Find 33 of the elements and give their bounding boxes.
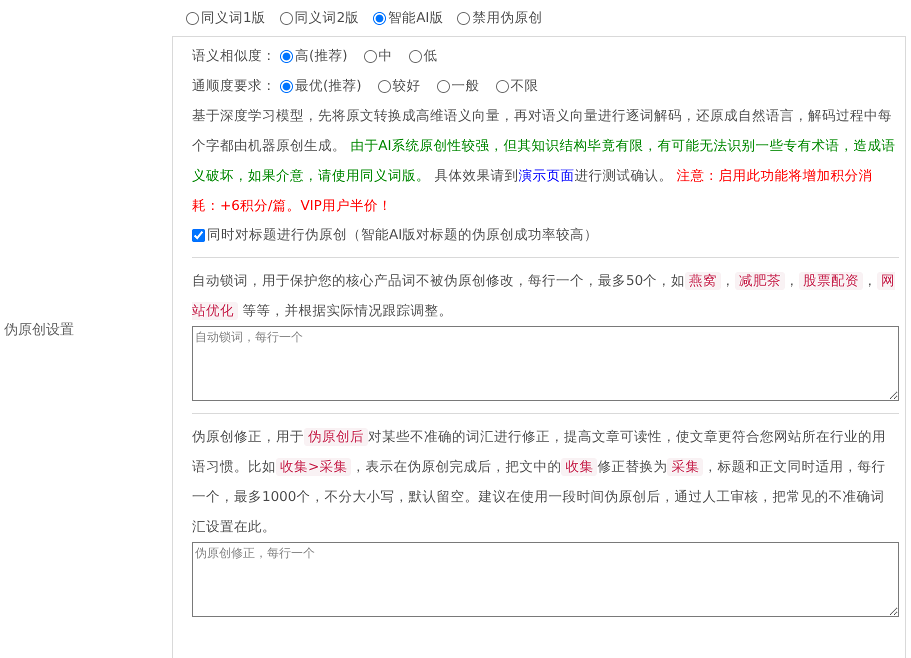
lock-words-description: 自动锁词，用于保护您的核心产品词不被伪原创修改，每行一个，最多50个，如 燕窝 ， 减肥茶 ， 股票配资 ， 网站优化 等等，并根据实际情况跟踪调整。 — [192, 271, 896, 322]
fluency-radio[interactable] — [436, 80, 450, 92]
similarity-radio[interactable] — [364, 50, 377, 62]
fluency-radio[interactable] — [280, 80, 293, 92]
corrections-description: 伪原创修正，用于 伪原创后 对某些不准确的词汇进行修正，提高文章可读性，使文章更符合您网站所在行业的用语习惯。比如 收集>采集 ，表示在伪原创完成后，把文中的 收集 修正替换为 采集 ，标题和正文同时适用，每行一个，最多1000个，不分大小写，默认留空。建议在使用一段时间伪原创后，通过人工审核，把常见的不准确词汇设置在此。 — [192, 427, 887, 537]
mode-radio[interactable] — [186, 12, 199, 24]
lock-words-field[interactable]: 自动锁词，每行一个 — [192, 326, 899, 401]
radio-label[interactable]: 不限 — [510, 77, 539, 95]
radio-label[interactable]: 一般 — [452, 77, 480, 95]
option-label: 通顺度要求： — [192, 77, 276, 95]
description-text: 基于深度学习模型，先将原文转换成高维语义向量，再对语义向量进行逐词解码，还原成自然语言，解码过程中每个字都由机器原创生成。 由于AI系统原创性较强，但其知识结构毕竟有限，有可能无法识别一些专有术语，造成语义破坏，如果介意，请使用同义词版。 具体效果请到演示页面进行测试确认。 注意：启用此功能将增加积分消耗：+6积分/篇。VIP用户半价！ — [192, 107, 897, 216]
fluency-radio[interactable] — [496, 80, 509, 92]
mode-radio[interactable] — [457, 12, 470, 24]
mode-radio[interactable] — [373, 12, 386, 24]
radio-label[interactable]: 同义词1版 — [201, 9, 266, 27]
radio-label[interactable]: 低 — [424, 47, 438, 65]
fluency-radio[interactable] — [378, 80, 391, 92]
section-label: 伪原创设置 — [4, 321, 74, 339]
option-label: 语义相似度： — [192, 47, 276, 65]
radio-label[interactable]: 中 — [378, 47, 393, 65]
radio-label[interactable]: 较好 — [392, 77, 421, 95]
title-checkbox[interactable] — [192, 228, 205, 242]
similarity-radio[interactable] — [408, 50, 422, 62]
radio-label[interactable]: 高(推荐) — [295, 47, 348, 65]
checkbox-label[interactable]: 同时对标题进行伪原创（智能AI版对标题的伪原创成功率较高） — [207, 226, 598, 244]
radio-label[interactable]: 禁用伪原创 — [472, 9, 542, 27]
similarity-radio[interactable] — [280, 50, 293, 62]
radio-label[interactable]: 最优(推荐) — [295, 77, 362, 95]
corrections-field[interactable]: 伪原创修正，每行一个 — [192, 542, 899, 617]
demo-link[interactable]: 演示页面 — [518, 168, 574, 184]
radio-label[interactable]: 同义词2版 — [294, 9, 360, 27]
radio-label[interactable]: 智能AI版 — [388, 9, 444, 27]
mode-radio[interactable] — [280, 12, 293, 24]
